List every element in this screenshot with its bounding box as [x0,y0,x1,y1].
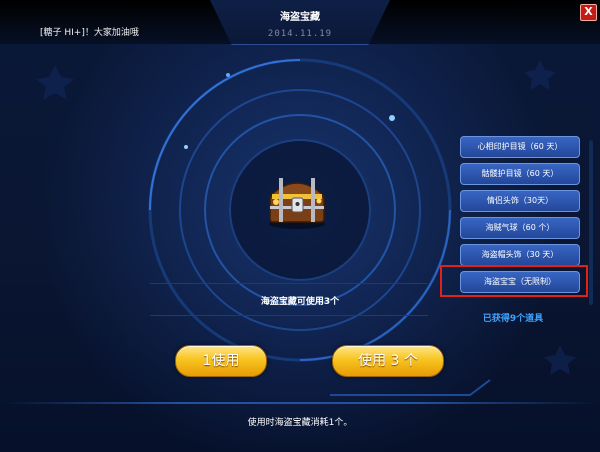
obtained-count-text: 已获得9个道具 [482,314,544,324]
reward-list-scrollbar[interactable] [589,140,593,305]
use-one-button[interactable]: 1使用 [175,345,267,377]
footer-divider [0,402,600,404]
reward-list: 心相印护目镜（60 天） 骷髅护目镜（60 天） 情侣头饰（30天） 海贼气球（… [448,130,593,330]
highlight-box [440,265,588,297]
reward-item[interactable]: 心相印护目镜（60 天） [460,136,580,158]
reward-item[interactable]: 骷髅护目镜（60 天） [460,163,580,185]
consumption-note: 使用时海盗宝藏消耗1个。 [247,418,353,428]
use-three-button[interactable]: 使用 3 个 [332,345,444,377]
reward-item[interactable]: 海贼气球（60 个） [460,217,580,239]
window-title: 海盗宝藏 [280,12,320,23]
close-button[interactable]: X [580,4,597,21]
divider-bottom [150,315,428,316]
close-icon: X [584,5,593,18]
reward-item[interactable]: 海盗帽头饰（30 天） [460,244,580,266]
usable-count-text: 海盗宝藏可使用3个 [260,297,340,307]
event-date: 2014.11.19 [267,29,333,39]
reward-item[interactable]: 情侣头饰（30天） [460,190,580,212]
chat-message: [糖子 HI+]！大家加油哦 [40,28,139,38]
treasure-chest-icon [268,178,326,229]
divider-top [150,283,428,284]
